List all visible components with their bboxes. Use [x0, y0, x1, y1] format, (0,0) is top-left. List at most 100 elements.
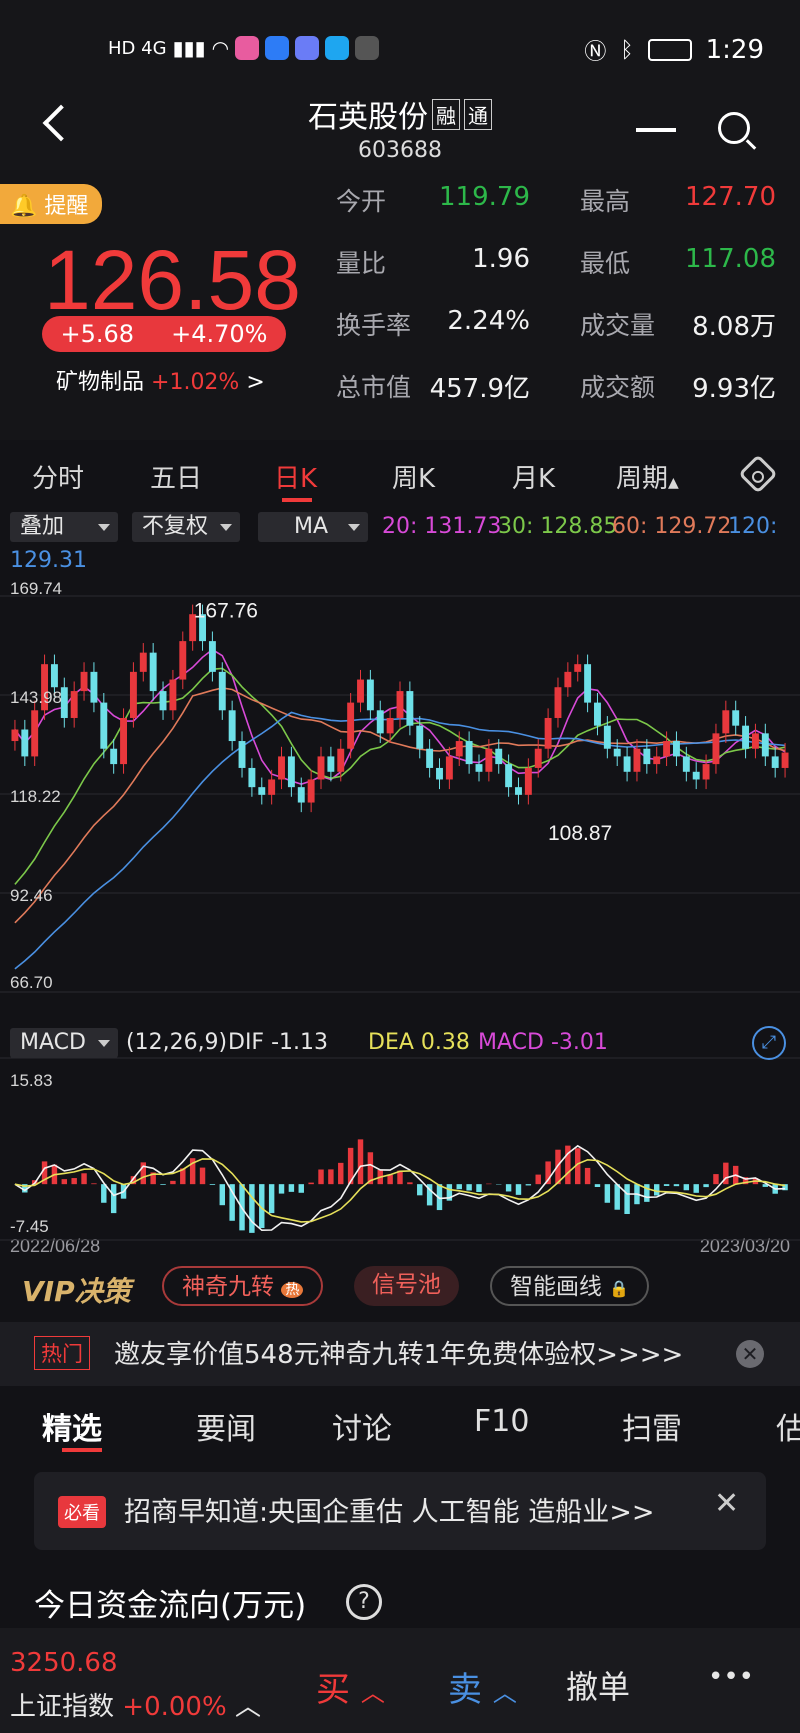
signal-pool-button[interactable]: 信号池	[354, 1266, 459, 1306]
tab-news[interactable]: 要闻	[196, 1404, 256, 1448]
macd-label: MACD	[20, 1030, 86, 1055]
candle-body	[238, 741, 246, 768]
candle-body	[179, 641, 187, 680]
chart-tabs: 分时 五日 日K 周K 月K 周期▲	[0, 448, 800, 504]
candle-body	[100, 702, 108, 749]
ma120-label: 120:	[728, 514, 778, 539]
buy-button[interactable]: 买 ︿	[316, 1662, 385, 1711]
stat-value: 8.08万	[692, 312, 776, 342]
candle-body	[218, 671, 226, 711]
hot-banner[interactable]: 热门 邀友享价值548元神奇九转1年免费体验权>>>> ✕	[0, 1322, 800, 1386]
candle-body	[287, 756, 295, 788]
search-icon[interactable]	[718, 112, 750, 144]
lock-icon: 🔒	[609, 1279, 630, 1298]
adjust-select[interactable]: 不复权	[132, 512, 240, 542]
sector-name: 矿物制品	[56, 370, 145, 395]
stat-value: 2.24%	[447, 306, 530, 336]
y-tick-label: 169.74	[10, 579, 62, 598]
smart-draw-button[interactable]: 智能画线 🔒	[490, 1266, 650, 1306]
y-tick-label: 92.46	[10, 886, 53, 905]
candle-body	[129, 671, 137, 718]
candle-body	[120, 717, 127, 765]
close-icon[interactable]: ✕	[714, 1486, 739, 1521]
candle-body	[633, 748, 641, 772]
kline-chart[interactable]: 169.74 143.98 118.22 92.46 66.70 167.76 108.87…	[0, 540, 800, 1300]
candle-body	[455, 741, 463, 757]
low-annotation: 108.87	[548, 822, 612, 845]
ma-select[interactable]: MA	[258, 512, 368, 542]
candle-body	[515, 787, 522, 795]
sector-link[interactable]: 矿物制品 +1.02% >	[56, 364, 265, 396]
candle-body	[682, 756, 690, 772]
stat-value: 457.9亿	[429, 374, 530, 404]
candles	[11, 604, 789, 813]
dea-line	[14, 1158, 786, 1223]
candle-body	[21, 729, 29, 757]
sell-button[interactable]: 卖 ︿	[448, 1662, 517, 1711]
candle-body	[771, 756, 779, 768]
remind-label: 提醒	[44, 194, 89, 219]
overlay-label: 叠加	[20, 514, 65, 539]
macd-top-tick: 15.83	[10, 1071, 53, 1090]
settings-icon[interactable]	[738, 454, 778, 494]
candle-body	[524, 767, 532, 795]
candle-body	[692, 771, 700, 780]
tab-f10[interactable]: F10	[474, 1404, 529, 1439]
notice-card[interactable]: 必看 招商早知道:央国企重估 人工智能 造船业>> ✕	[34, 1472, 766, 1550]
candle-body	[307, 779, 315, 803]
candle-body	[574, 664, 582, 672]
candle-body	[495, 748, 503, 765]
candle-body	[169, 679, 177, 711]
help-icon[interactable]: ?	[346, 1584, 382, 1620]
candle-body	[613, 748, 621, 757]
candle-body	[50, 664, 58, 688]
tab-monthly-k[interactable]: 月K	[512, 458, 555, 495]
tab-weekly-k[interactable]: 周K	[392, 458, 435, 495]
tab-discussion[interactable]: 讨论	[332, 1404, 392, 1448]
tab-valuation[interactable]: 估	[776, 1404, 800, 1448]
bluetooth-icon: ᛒ	[620, 37, 634, 63]
fund-flow-title: 今日资金流向(万元)	[34, 1588, 307, 1624]
stock-title: 石英股份融通	[0, 92, 800, 136]
tab-daily-k[interactable]: 日K	[274, 458, 317, 495]
hot-flame-icon: 热	[281, 1282, 304, 1298]
minimize-icon[interactable]	[636, 128, 676, 132]
overlay-select[interactable]: 叠加	[10, 512, 118, 542]
candle-body	[544, 717, 552, 749]
signal-pool-label: 信号池	[372, 1272, 441, 1298]
notice-text: 招商早知道:央国企重估 人工智能 造船业>>	[124, 1497, 655, 1528]
index-link[interactable]: 上证指数 +0.00% ︿	[10, 1686, 261, 1723]
tab-period[interactable]: 周期▲	[616, 458, 679, 495]
chart-labels: 169.74 143.98 118.22 92.46 66.70 167.76 108.87…	[10, 579, 790, 1256]
candle-body	[278, 756, 285, 780]
expand-icon[interactable]: ⤢	[752, 1026, 786, 1060]
tab-featured[interactable]: 精选	[42, 1404, 102, 1448]
tab-risk-scan[interactable]: 扫雷	[622, 1404, 682, 1448]
cancel-order-button[interactable]: 撤单	[566, 1662, 630, 1708]
stock-code: 603688	[358, 138, 442, 163]
stat-label: 量比	[336, 249, 387, 278]
candle-body	[337, 748, 345, 772]
change-badge: +5.68 +4.70%	[42, 316, 286, 352]
ma30-value: 30: 128.85	[498, 514, 618, 539]
more-icon[interactable]: •••	[708, 1662, 754, 1692]
x-end-label: 2023/03/20	[700, 1236, 790, 1256]
app-icon-2	[265, 36, 290, 60]
ma-label: MA	[294, 514, 329, 539]
sell-label: 卖	[448, 1670, 482, 1710]
chevron-right-icon: >	[246, 370, 265, 395]
tab-intraday[interactable]: 分时	[32, 458, 84, 495]
macd-select[interactable]: MACD	[10, 1028, 118, 1058]
vip-decision-logo: VIP决策	[22, 1275, 131, 1308]
candle-body	[31, 710, 39, 757]
close-icon[interactable]: ✕	[736, 1340, 764, 1368]
magic-nine-label: 神奇九转	[182, 1274, 274, 1300]
candle-body	[80, 671, 88, 692]
tab-five-day[interactable]: 五日	[150, 458, 202, 495]
chart-grid	[0, 595, 800, 993]
candle-body	[139, 652, 147, 672]
remind-button[interactable]: 🔔 提醒	[0, 184, 103, 224]
candle-body	[653, 756, 661, 765]
magic-nine-button[interactable]: 神奇九转 热	[162, 1266, 324, 1306]
app-icon-5	[355, 36, 380, 60]
